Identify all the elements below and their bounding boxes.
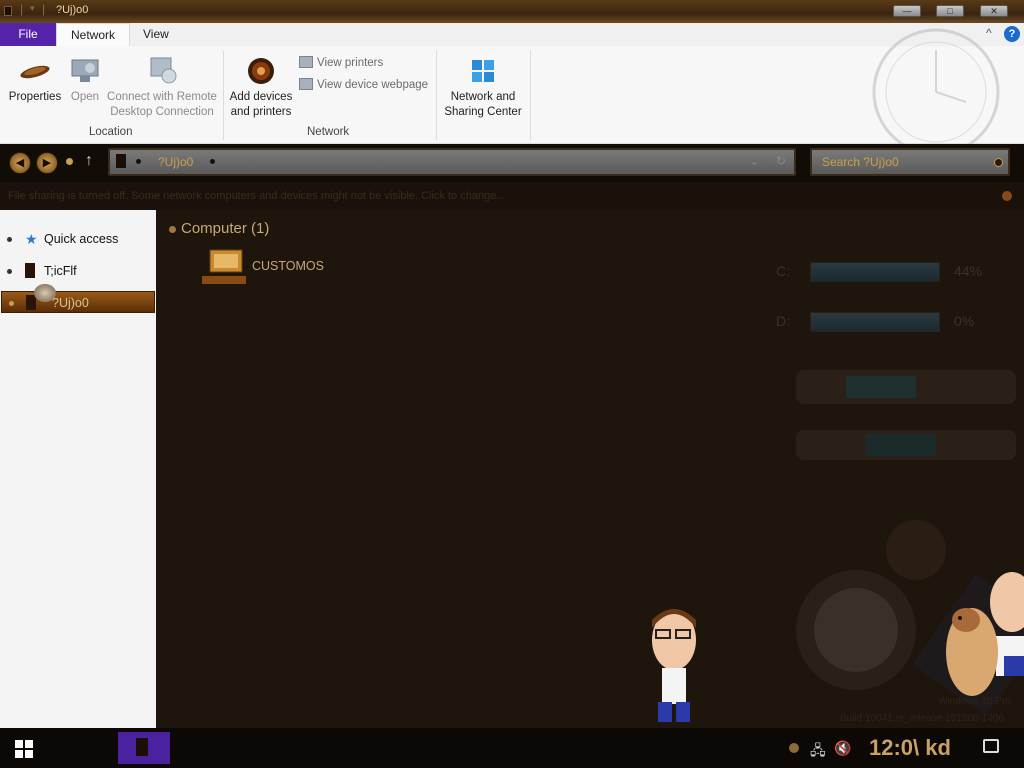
view-printers-label: View printers: [317, 57, 384, 69]
collapse-group-icon[interactable]: [169, 226, 176, 233]
recent-locations-icon[interactable]: [66, 158, 73, 165]
address-path: ?Uj)o0: [158, 155, 194, 169]
properties-icon: [18, 56, 52, 86]
view-device-webpage-button[interactable]: View device webpage: [299, 78, 428, 91]
tab-view[interactable]: View: [129, 23, 183, 46]
drive-c-usage-bar: [810, 262, 940, 282]
expand-bullet-icon[interactable]: [9, 301, 14, 306]
add-devices-button[interactable]: Add devices and printers: [226, 56, 296, 120]
nav-item-network[interactable]: ?Uj)o0: [1, 284, 155, 313]
group-header-computer[interactable]: Computer (1): [181, 220, 269, 237]
breadcrumb-chevron-icon[interactable]: [136, 159, 141, 164]
star-icon: ★: [25, 231, 38, 247]
computer-icon: [202, 249, 246, 284]
folder-icon: [4, 6, 12, 16]
connect-remote-label-2: Desktop Connection: [110, 106, 214, 118]
nav-item-quick-access[interactable]: ★ Quick access: [0, 228, 156, 250]
taskbar-clock[interactable]: 12:0\ kd: [869, 735, 951, 761]
folder-icon: [25, 263, 35, 278]
drive-d-percent: 0%: [954, 313, 975, 329]
search-icon[interactable]: [994, 158, 1003, 167]
close-button[interactable]: ✕: [980, 5, 1008, 17]
navigation-pane: ★ Quick access T;icFlf ?Uj)o0: [0, 210, 156, 728]
add-devices-label-1: Add devices: [229, 91, 293, 103]
taskbar: 🖧 🔇 12:0\ kd: [0, 728, 1024, 768]
infobar-text: File sharing is turned off. Some network…: [8, 190, 506, 202]
refresh-icon[interactable]: ↻: [776, 154, 786, 168]
expand-bullet-icon[interactable]: [7, 269, 12, 274]
view-printers-button[interactable]: View printers: [299, 56, 383, 69]
volume-muted-icon[interactable]: 🔇: [834, 740, 851, 757]
properties-button[interactable]: Properties: [6, 56, 64, 105]
printer-icon: [299, 56, 313, 68]
drive-d-label: D:: [776, 313, 790, 329]
folder-icon: [136, 738, 148, 756]
open-icon: [68, 56, 102, 86]
computer-name: CUSTOMOS: [252, 259, 324, 273]
taskbar-file-explorer-button[interactable]: [118, 732, 170, 764]
remote-desktop-icon: [145, 56, 179, 86]
windows-network-icon: [466, 56, 500, 86]
open-label: Open: [70, 91, 100, 103]
address-bar[interactable]: ?Uj)o0 ⌄ ↻: [108, 148, 796, 176]
back-button[interactable]: ◀: [9, 152, 31, 174]
connect-remote-desktop-button[interactable]: Connect with Remote Desktop Connection: [106, 56, 218, 120]
folder-icon: [116, 154, 126, 168]
drive-c-percent: 44%: [954, 263, 983, 279]
network-sharing-center-button[interactable]: Network and Sharing Center: [440, 56, 526, 120]
properties-label: Properties: [8, 91, 62, 103]
ribbon-divider: [530, 50, 531, 140]
network-sharing-label-2: Sharing Center: [444, 106, 522, 118]
webpage-icon: [299, 78, 313, 90]
drive-d-usage-bar: [810, 312, 940, 332]
connect-remote-label-1: Connect with Remote: [107, 91, 217, 103]
quick-access-dropdown-icon[interactable]: ▾: [30, 3, 35, 14]
file-sharing-infobar[interactable]: File sharing is turned off. Some network…: [0, 182, 1024, 210]
title-bar: | ▾ | ?Uj)o0 — □ ✕: [0, 0, 1024, 23]
up-arrow-icon[interactable]: ↑: [85, 152, 93, 170]
search-box[interactable]: Search ?Uj)o0: [810, 148, 1010, 176]
ribbon-divider: [223, 50, 224, 140]
open-button[interactable]: Open: [66, 56, 104, 105]
breadcrumb-chevron-icon[interactable]: [210, 159, 215, 164]
separator: |: [20, 2, 24, 16]
nav-item-label: Quick access: [44, 232, 119, 246]
add-devices-label-2: and printers: [230, 106, 292, 118]
location-group-label: Location: [89, 126, 133, 138]
drive-c-label: C:: [776, 263, 790, 279]
nav-item-this-pc[interactable]: T;icFlf: [0, 260, 156, 282]
window-title: ?Uj)o0: [56, 4, 89, 16]
expand-bullet-icon[interactable]: [7, 237, 12, 242]
address-toolbar: ◀ ▶ ↑ ?Uj)o0 ⌄ ↻ Search ?Uj)o0: [0, 144, 1024, 182]
content-pane: Computer (1) CUSTOMOS C: 44% D: 0% Windo…: [156, 210, 1024, 728]
ribbon-divider: [436, 50, 437, 140]
forward-button[interactable]: ▶: [36, 152, 58, 174]
view-device-webpage-label: View device webpage: [317, 79, 429, 91]
tab-network[interactable]: Network: [56, 23, 131, 46]
windows-start-icon[interactable]: [15, 740, 33, 758]
watermark-line-2: Build 10041.rs_release.191308-1406: [840, 713, 1005, 724]
tab-file[interactable]: File: [0, 23, 56, 46]
cartoon-hamster-image: [946, 572, 1024, 696]
network-tray-icon[interactable]: 🖧: [810, 740, 826, 764]
cartoon-character-image: [652, 609, 696, 722]
clock-decoration-image: [856, 22, 1024, 152]
separator: |: [42, 2, 46, 16]
minimize-button[interactable]: —: [893, 5, 921, 17]
tray-overflow-icon[interactable]: [789, 743, 799, 753]
close-infobar-icon[interactable]: [1002, 191, 1012, 201]
nav-item-label: T;icFlf: [44, 264, 77, 278]
nav-item-label: ?Uj)o0: [52, 296, 89, 310]
network-group-label: Network: [307, 126, 350, 138]
network-sharing-label-1: Network and: [450, 91, 516, 103]
search-placeholder: Search ?Uj)o0: [822, 155, 899, 169]
address-dropdown-icon[interactable]: ⌄: [750, 155, 759, 168]
action-center-icon[interactable]: [983, 739, 999, 753]
maximize-button[interactable]: □: [936, 5, 964, 17]
add-devices-icon: [244, 56, 278, 86]
